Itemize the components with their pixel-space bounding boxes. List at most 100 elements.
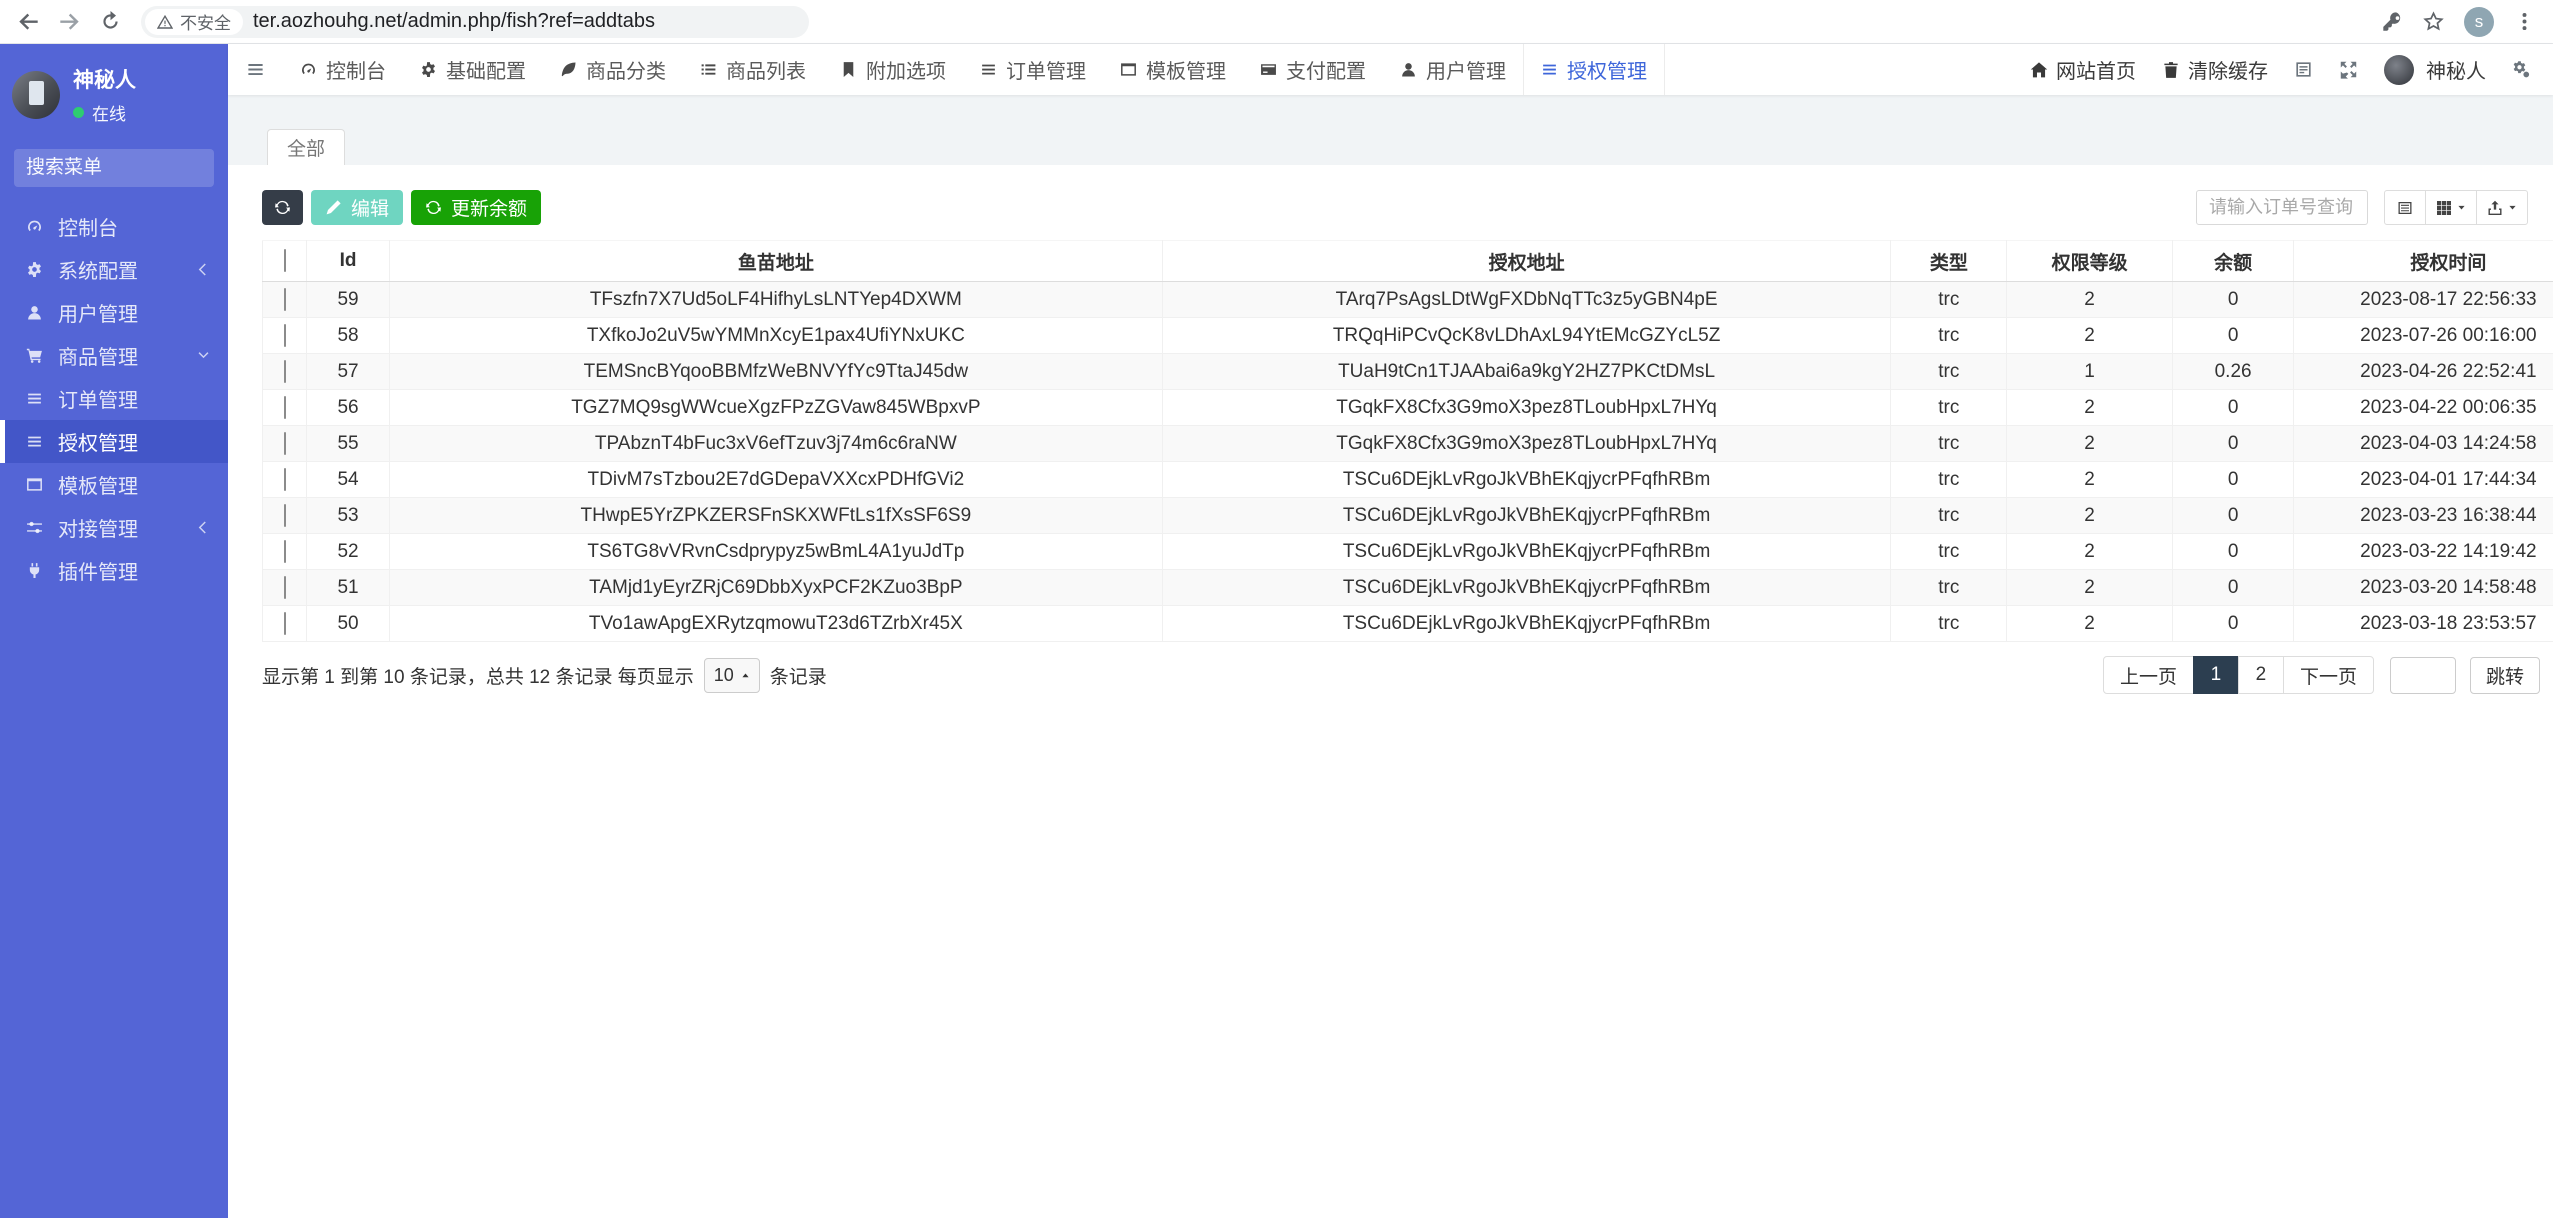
- browser-menu-dots-icon[interactable]: [2514, 11, 2535, 32]
- columns-button[interactable]: [2425, 190, 2477, 225]
- sidebar-item-label: 用户管理: [58, 298, 138, 327]
- table-cell: trc: [1891, 606, 2007, 642]
- window-icon: [26, 476, 43, 493]
- sidebar-item[interactable]: 模板管理: [0, 463, 228, 506]
- table-cell: TFszfn7X7Ud5oLF4HifhyLsLNTYep4DXWM: [389, 282, 1162, 318]
- row-checkbox[interactable]: [284, 468, 286, 491]
- detail-view-button[interactable]: [2384, 190, 2426, 225]
- reload-icon[interactable]: [100, 11, 121, 32]
- pagination-summary-suffix: 条记录: [770, 662, 827, 689]
- topnav-tab[interactable]: 控制台: [283, 44, 403, 95]
- sidebar-item[interactable]: 订单管理: [0, 377, 228, 420]
- table-cell: TPAbznT4bFuc3xV6efTzuv3j74m6c6raNW: [389, 426, 1162, 462]
- topbar-username[interactable]: 神秘人: [2426, 55, 2486, 84]
- row-checkbox[interactable]: [284, 432, 286, 455]
- settings-gears-icon[interactable]: [2512, 60, 2531, 79]
- bars-icon: [980, 61, 997, 78]
- table-cell: 57: [307, 354, 390, 390]
- list-check-icon: [700, 61, 717, 78]
- topnav-tab[interactable]: 用户管理: [1383, 44, 1523, 95]
- table-header-checkbox-cell: [263, 241, 307, 282]
- topnav-tab[interactable]: 授权管理: [1523, 44, 1665, 95]
- table-header-cell: 权限等级: [2007, 241, 2173, 282]
- order-search-input[interactable]: [2196, 190, 2368, 225]
- pencil-icon: [325, 199, 342, 216]
- plug-icon: [26, 562, 43, 579]
- leaf-icon: [560, 61, 577, 78]
- table-cell: 2: [2007, 426, 2173, 462]
- update-balance-button[interactable]: 更新余额: [411, 190, 541, 225]
- docs-icon[interactable]: [2294, 60, 2313, 79]
- avatar[interactable]: [12, 71, 60, 119]
- table-cell: TGqkFX8Cfx3G9moX3pez8TLoubHpxL7HYq: [1162, 390, 1891, 426]
- refresh-button[interactable]: [262, 190, 303, 225]
- topnav-tab-label: 模板管理: [1146, 55, 1226, 84]
- sidebar-item[interactable]: 用户管理: [0, 291, 228, 334]
- warning-icon: [157, 14, 173, 30]
- bookmark-star-icon[interactable]: [2423, 11, 2444, 32]
- fullscreen-icon[interactable]: [2339, 60, 2358, 79]
- table-row: 57TEMSncBYqooBBMfzWeBNVYfYc9TtaJ45dwTUaH…: [263, 354, 2553, 390]
- next-page-button[interactable]: 下一页: [2283, 656, 2374, 694]
- topnav-tab-label: 基础配置: [446, 55, 526, 84]
- back-icon[interactable]: [18, 11, 39, 32]
- topnav-tab[interactable]: 商品分类: [543, 44, 683, 95]
- security-chip[interactable]: 不安全: [145, 9, 243, 35]
- topnav-tab[interactable]: 附加选项: [823, 44, 963, 95]
- table-cell: 2023-07-26 00:16:00: [2294, 318, 2553, 354]
- dashboard-icon: [26, 218, 43, 235]
- user-avatar-mini[interactable]: [2384, 55, 2414, 85]
- page-size-select[interactable]: 10: [704, 658, 760, 693]
- prev-page-button[interactable]: 上一页: [2103, 656, 2194, 694]
- chevron-down-icon: [197, 349, 210, 362]
- sidebar-item[interactable]: 对接管理: [0, 506, 228, 549]
- page-button[interactable]: 2: [2238, 656, 2284, 694]
- row-checkbox[interactable]: [284, 324, 286, 347]
- tab-all[interactable]: 全部: [267, 129, 345, 165]
- sidebar-item-label: 系统配置: [58, 255, 138, 284]
- jump-button[interactable]: 跳转: [2470, 657, 2540, 694]
- bars-icon: [26, 433, 43, 450]
- row-checkbox[interactable]: [284, 288, 286, 311]
- topnav-tab[interactable]: 订单管理: [963, 44, 1103, 95]
- topnav-tab[interactable]: 支付配置: [1243, 44, 1383, 95]
- sidebar-item-label: 控制台: [58, 212, 118, 241]
- row-checkbox[interactable]: [284, 612, 286, 635]
- browser-profile-initial: s: [2475, 12, 2484, 32]
- browser-profile-avatar[interactable]: s: [2464, 7, 2494, 37]
- sidebar-item[interactable]: 插件管理: [0, 549, 228, 592]
- sidebar-item[interactable]: 商品管理: [0, 334, 228, 377]
- table-header-cell: 授权地址: [1162, 241, 1891, 282]
- row-checkbox[interactable]: [284, 396, 286, 419]
- topnav-tab[interactable]: 商品列表: [683, 44, 823, 95]
- row-checkbox[interactable]: [284, 360, 286, 383]
- table-cell: 55: [307, 426, 390, 462]
- table-cell: 50: [307, 606, 390, 642]
- jump-page-input[interactable]: [2390, 657, 2456, 694]
- sidebar-menu: 控制台系统配置用户管理商品管理订单管理授权管理模板管理对接管理插件管理: [0, 205, 228, 592]
- table-cell: trc: [1891, 426, 2007, 462]
- address-bar[interactable]: 不安全 ter.aozhouhg.net/admin.php/fish?ref=…: [141, 6, 809, 38]
- page-button[interactable]: 1: [2193, 656, 2239, 694]
- sidebar-item[interactable]: 授权管理: [0, 420, 228, 463]
- clear-cache-link[interactable]: 清除缓存: [2162, 55, 2268, 84]
- pager: 上一页12下一页: [2103, 656, 2374, 694]
- hamburger-icon[interactable]: [228, 44, 283, 95]
- row-checkbox[interactable]: [284, 576, 286, 599]
- site-home-link[interactable]: 网站首页: [2030, 55, 2136, 84]
- password-key-icon[interactable]: [2382, 11, 2403, 32]
- row-checkbox[interactable]: [284, 504, 286, 527]
- edit-button[interactable]: 编辑: [311, 190, 403, 225]
- toolbar: 编辑 更新余额: [262, 190, 2540, 225]
- refresh-icon: [274, 199, 291, 216]
- row-checkbox[interactable]: [284, 540, 286, 563]
- forward-icon[interactable]: [59, 11, 80, 32]
- sidebar-item[interactable]: 控制台: [0, 205, 228, 248]
- topnav-tab[interactable]: 模板管理: [1103, 44, 1243, 95]
- sidebar-item[interactable]: 系统配置: [0, 248, 228, 291]
- table-row: 50TVo1awApgEXRytzqmowuT23d6TZrbXr45XTSCu…: [263, 606, 2553, 642]
- select-all-checkbox[interactable]: [284, 249, 286, 272]
- topnav-tab[interactable]: 基础配置: [403, 44, 543, 95]
- export-button[interactable]: [2476, 190, 2528, 225]
- table-row: 56TGZ7MQ9sgWWcueXgzFPzZGVaw845WBpxvPTGqk…: [263, 390, 2553, 426]
